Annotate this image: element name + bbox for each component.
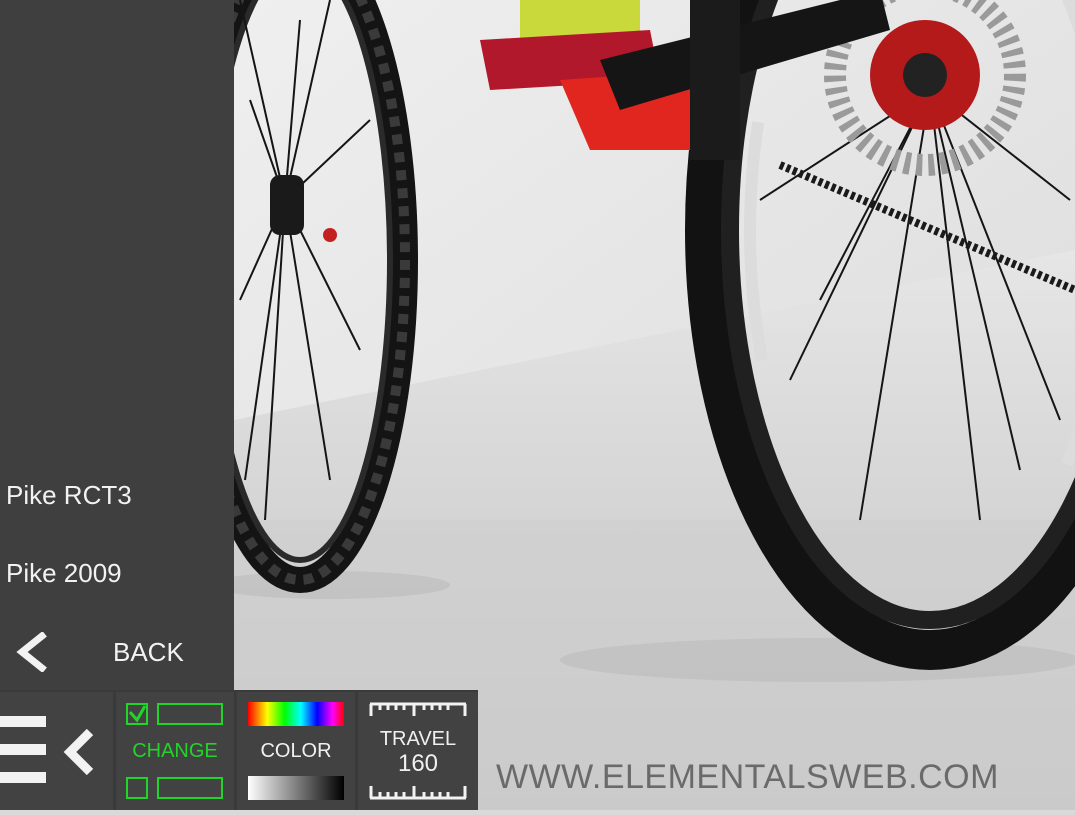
back-label: BACK [113, 637, 184, 667]
color-label: COLOR [260, 740, 332, 762]
menu-item-pike-rct3[interactable]: Pike RCT3 [6, 480, 132, 511]
change-button[interactable]: CHANGE [116, 692, 234, 810]
hue-gradient-swatch [248, 702, 344, 726]
color-button[interactable]: COLOR [237, 692, 355, 810]
menu-item-pike-2009[interactable]: Pike 2009 [6, 558, 122, 589]
website-watermark: WWW.ELEMENTALSWEB.COM [496, 758, 999, 796]
travel-button[interactable]: TRAVEL 160 [358, 692, 478, 810]
travel-label: TRAVEL [379, 728, 457, 750]
travel-value: 160 [397, 750, 439, 777]
chevron-left-icon [16, 632, 47, 672]
component-list-panel: Pike RCT3 Pike 2009 BACK [0, 0, 234, 690]
grayscale-gradient-swatch [248, 776, 344, 800]
hamburger-back-icon [0, 716, 94, 783]
change-label: CHANGE [132, 740, 218, 762]
menu-collapse-button[interactable] [0, 692, 113, 810]
back-button[interactable]: BACK [0, 622, 234, 682]
